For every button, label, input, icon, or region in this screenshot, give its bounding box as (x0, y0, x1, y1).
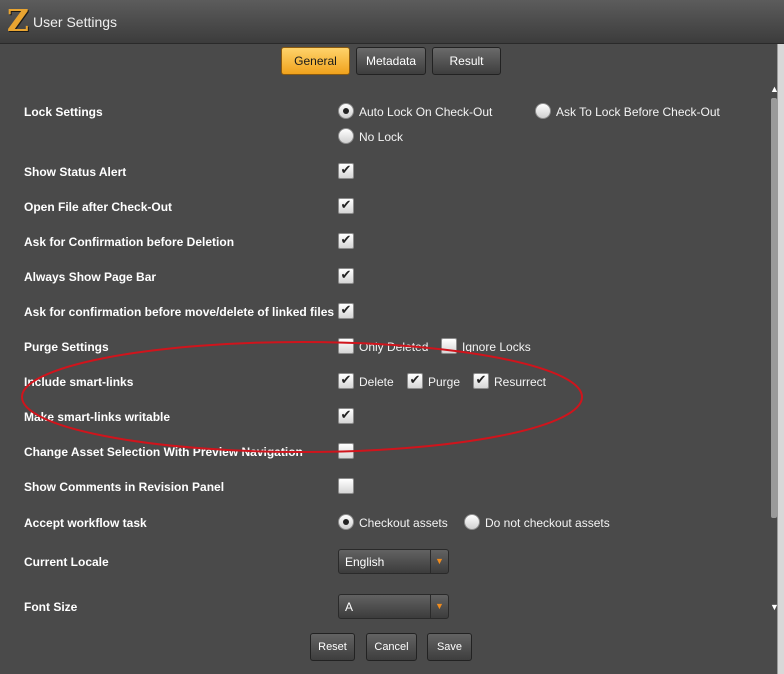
show-status-alert-checkbox[interactable]: ✔ (338, 163, 354, 179)
save-button[interactable]: Save (427, 633, 472, 661)
no-lock-label: No Lock (359, 130, 404, 144)
open-file-after-checkout-label: Open File after Check-Out (24, 200, 173, 214)
app-logo: Z (7, 4, 29, 39)
smart-links-delete-label: Delete (359, 375, 394, 389)
reset-button[interactable]: Reset (310, 633, 355, 661)
auto-lock-label: Auto Lock On Check-Out (359, 105, 493, 119)
ignore-locks-checkbox[interactable] (441, 338, 457, 354)
current-locale-label: Current Locale (24, 555, 109, 569)
include-smart-links-label: Include smart-links (24, 375, 134, 389)
font-size-value: A (345, 600, 354, 614)
ask-to-lock-label: Ask To Lock Before Check-Out (556, 105, 720, 119)
do-not-checkout-radio[interactable] (464, 514, 480, 530)
chevron-down-icon: ▼ (430, 595, 448, 618)
tab-general[interactable]: General (281, 47, 350, 75)
vertical-scrollbar[interactable]: ▲ ▼ (770, 84, 779, 614)
auto-lock-radio[interactable] (338, 103, 354, 119)
open-file-after-checkout-checkbox[interactable]: ✔ (338, 198, 354, 214)
font-size-select[interactable]: A ▼ (338, 594, 449, 619)
confirm-move-delete-linked-checkbox[interactable]: ✔ (338, 303, 354, 319)
always-show-page-bar-checkbox[interactable]: ✔ (338, 268, 354, 284)
change-asset-selection-label: Change Asset Selection With Preview Navi… (24, 445, 303, 459)
show-comments-revision-label: Show Comments in Revision Panel (24, 480, 225, 494)
ignore-locks-label: Ignore Locks (462, 340, 531, 354)
tab-result[interactable]: Result (432, 47, 501, 75)
window-title: User Settings (33, 14, 118, 30)
tab-metadata[interactable]: Metadata (356, 47, 426, 75)
only-deleted-label: Only Deleted (359, 340, 429, 354)
confirm-deletion-checkbox[interactable]: ✔ (338, 233, 354, 249)
scroll-up-icon[interactable]: ▲ (770, 84, 779, 94)
locale-value: English (345, 555, 385, 569)
checkout-assets-label: Checkout assets (359, 516, 448, 530)
smart-links-delete-checkbox[interactable]: ✔ (338, 373, 354, 389)
only-deleted-checkbox[interactable] (338, 338, 354, 354)
cancel-button[interactable]: Cancel (366, 633, 417, 661)
chevron-down-icon: ▼ (430, 550, 448, 573)
show-comments-revision-checkbox[interactable] (338, 478, 354, 494)
scrollbar-thumb[interactable] (771, 98, 777, 518)
scroll-down-icon[interactable]: ▼ (770, 602, 779, 612)
smart-links-writable-label: Make smart-links writable (24, 410, 171, 424)
accept-workflow-task-label: Accept workflow task (24, 516, 147, 530)
no-lock-radio[interactable] (338, 128, 354, 144)
checkout-assets-radio[interactable] (338, 514, 354, 530)
smart-links-resurrect-label: Resurrect (494, 375, 547, 389)
purge-settings-label: Purge Settings (24, 340, 109, 354)
do-not-checkout-label: Do not checkout assets (485, 516, 610, 530)
confirm-move-delete-linked-label: Ask for confirmation before move/delete … (24, 305, 335, 319)
lock-settings-label: Lock Settings (24, 105, 103, 119)
ask-to-lock-radio[interactable] (535, 103, 551, 119)
window-edge (777, 44, 784, 674)
confirm-deletion-label: Ask for Confirmation before Deletion (24, 235, 235, 249)
smart-links-purge-label: Purge (428, 375, 461, 389)
tab-bar: General Metadata Result (0, 47, 784, 77)
smart-links-resurrect-checkbox[interactable]: ✔ (473, 373, 489, 389)
locale-select[interactable]: English ▼ (338, 549, 449, 574)
font-size-label: Font Size (24, 600, 78, 614)
smart-links-purge-checkbox[interactable]: ✔ (407, 373, 423, 389)
title-bar: Z User Settings (0, 0, 784, 44)
change-asset-selection-checkbox[interactable] (338, 443, 354, 459)
always-show-page-bar-label: Always Show Page Bar (24, 270, 157, 284)
smart-links-writable-checkbox[interactable]: ✔ (338, 408, 354, 424)
show-status-alert-label: Show Status Alert (24, 165, 127, 179)
